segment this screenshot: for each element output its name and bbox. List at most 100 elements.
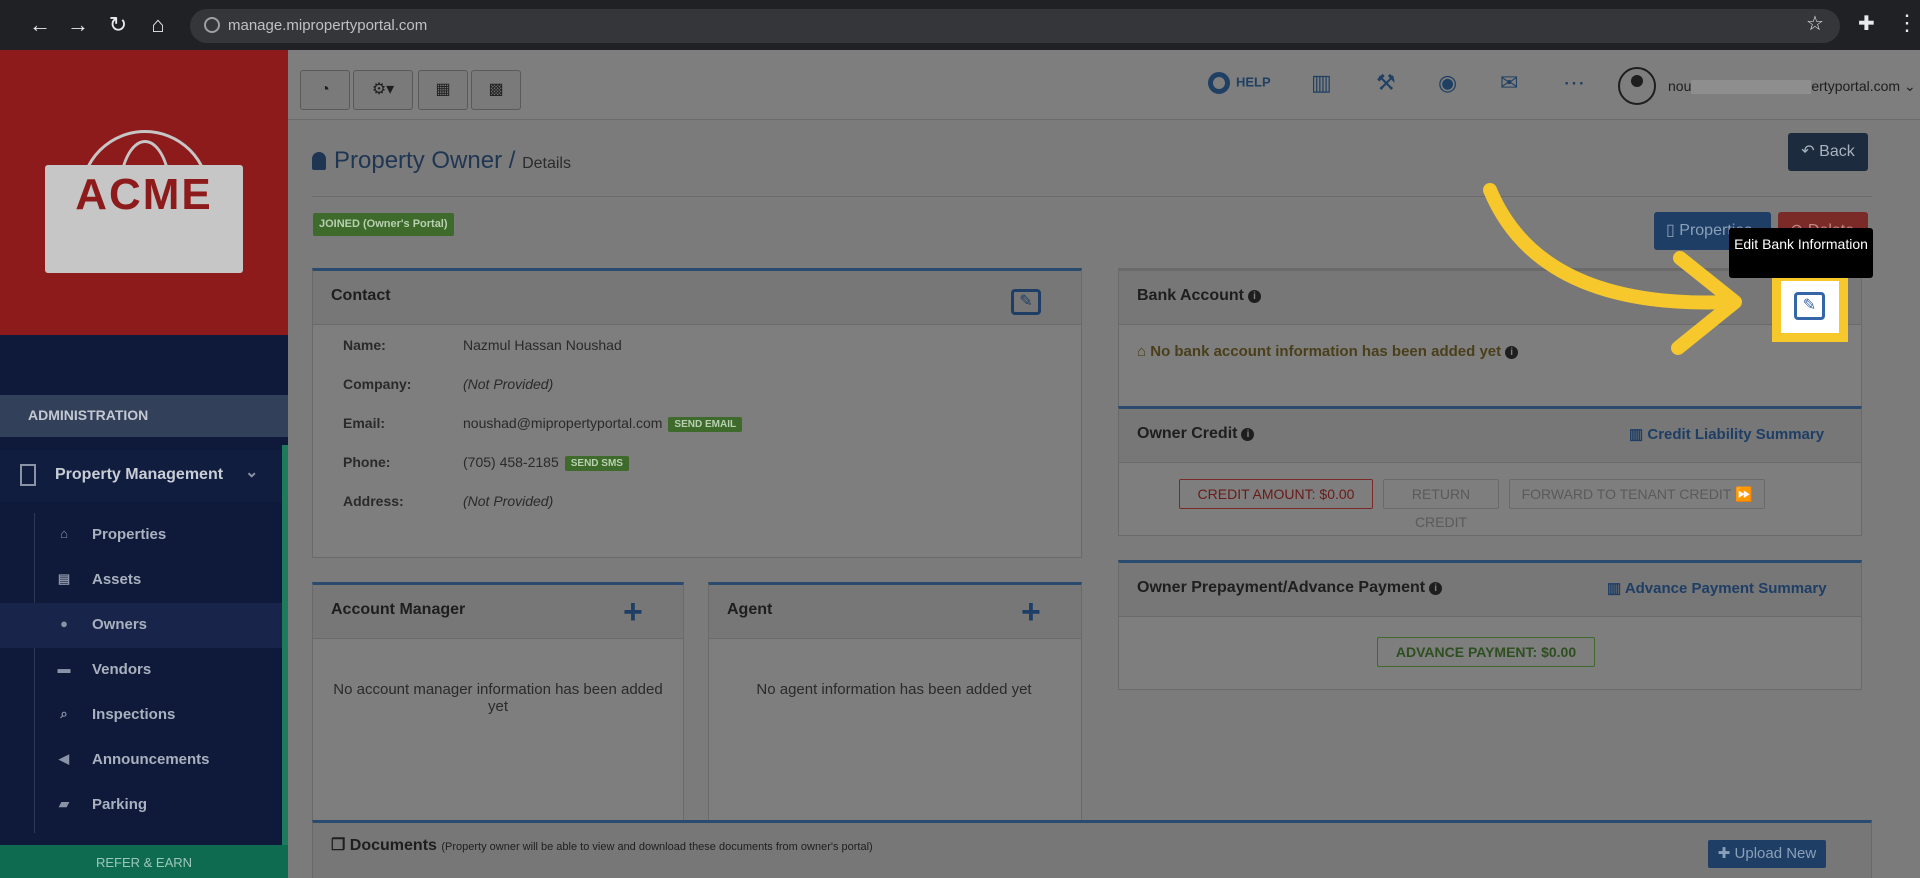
avatar[interactable]	[1618, 67, 1656, 105]
account-manager-title: Account Manager	[331, 601, 466, 618]
logo-subtext: PROPERTY	[81, 250, 207, 269]
sidebar-item-announcements[interactable]: ◀ Announcements	[0, 738, 282, 783]
browser-menu-icon[interactable]: ⋮	[1896, 10, 1918, 36]
sidebar-item-properties[interactable]: ⌂ Properties	[0, 513, 282, 558]
back-label: Back	[1819, 143, 1855, 160]
agent-empty: No agent information has been added yet	[756, 681, 1032, 698]
owner-credit-title: Owner Credit i	[1137, 425, 1255, 443]
dashboard-button[interactable]: ◔	[300, 70, 350, 110]
advance-payment-summary-label: Advance Payment Summary	[1624, 580, 1827, 597]
documents-note: (Property owner will be able to view and…	[441, 841, 873, 853]
credit-liability-summary-label: Credit Liability Summary	[1647, 426, 1825, 443]
documents-panel: ❐ Documents (Property owner will be able…	[312, 820, 1872, 878]
send-email-button[interactable]: SEND EMAIL	[668, 417, 743, 432]
calculator-icon: ▩	[488, 81, 504, 98]
envelope-icon[interactable]: ✉	[1500, 70, 1518, 96]
briefcase-icon: ▬	[57, 661, 71, 676]
car-icon: ▰	[59, 796, 69, 811]
back-arrow-icon[interactable]: ←	[26, 12, 54, 38]
user-email-prefix: nou	[1668, 78, 1692, 94]
info-icon[interactable]: i	[1241, 428, 1255, 441]
advance-payment-summary-link[interactable]: ▥ Advance Payment Summary	[1607, 579, 1827, 597]
documents-title-text: Documents	[349, 837, 437, 854]
sidebar-item-assets[interactable]: ▤ Assets	[0, 558, 282, 603]
return-credit-button[interactable]: RETURN CREDIT	[1383, 479, 1499, 530]
agent-header: Agent +	[709, 585, 1081, 639]
home-icon[interactable]: ⌂	[144, 12, 172, 38]
credit-liability-summary-link[interactable]: ▥ Credit Liability Summary	[1629, 425, 1824, 443]
bar-chart-icon: ▥	[1629, 426, 1644, 443]
wrench-icon[interactable]: ⚒	[1376, 70, 1396, 96]
joined-badge: JOINED (Owner's Portal)	[313, 213, 454, 236]
fast-forward-icon: ⏩	[1734, 486, 1753, 502]
archive-icon: ▤	[57, 571, 71, 586]
sidebar-item-label: Announcements	[92, 751, 210, 768]
address-bar[interactable]: manage.mipropertyportal.com	[190, 9, 1840, 43]
sidebar-item-inspections[interactable]: ⌕ Inspections	[0, 693, 282, 738]
calculator-button[interactable]: ▩	[471, 70, 521, 110]
bar-chart-icon[interactable]: ▥	[1311, 70, 1332, 96]
redacted-text	[1691, 80, 1812, 95]
user-icon: ●	[60, 616, 68, 631]
info-icon[interactable]: i	[1247, 290, 1261, 303]
bank-account-title-text: Bank Account	[1137, 287, 1244, 304]
chevron-down-icon: ⌄	[1903, 78, 1916, 94]
edit-contact-icon[interactable]: ✎	[1011, 289, 1041, 315]
add-account-manager-icon[interactable]: +	[623, 595, 643, 629]
property-management-toggle[interactable]: Property Management ⌄	[0, 450, 288, 502]
contact-panel-header: Contact ✎	[313, 271, 1081, 325]
page-title-text: Property Owner	[334, 147, 503, 174]
prepayment-title: Owner Prepayment/Advance Payment i	[1137, 579, 1443, 597]
calendar-button[interactable]: ▦	[418, 70, 468, 110]
user-icon	[312, 152, 326, 170]
documents-header: ❐ Documents (Property owner will be able…	[313, 823, 1871, 878]
sidebar-item-label: Vendors	[92, 661, 152, 678]
edit-bank-information-icon[interactable]: ✎	[1794, 292, 1825, 320]
bank-empty-text: No bank account information has been add…	[1150, 343, 1502, 360]
phone-value-wrap: (705) 458-2185 SEND SMS	[463, 454, 629, 471]
sidebar-item-label: Properties	[92, 526, 167, 543]
administration-header: ADMINISTRATION	[0, 395, 288, 437]
info-icon[interactable]: i	[1429, 582, 1443, 595]
plus-icon: ✚	[1717, 845, 1731, 862]
email-value-wrap: noushad@mipropertyportal.com SEND EMAIL	[463, 415, 743, 432]
user-menu[interactable]: nou ertyportal.com ⌄	[1668, 78, 1916, 95]
upload-new-button[interactable]: ✚ Upload New	[1708, 840, 1826, 868]
sidebar-item-owners[interactable]: ● Owners	[0, 603, 282, 648]
browser-toolbar: ← → ↻ ⌂ manage.mipropertyportal.com ☆ ✚ …	[0, 0, 1920, 50]
forward-to-tenant-credit-button[interactable]: FORWARD TO TENANT CREDIT ⏩	[1509, 479, 1765, 509]
bank-account-title: Bank Account i	[1137, 287, 1261, 305]
sidebar-item-parking[interactable]: ▰ Parking	[0, 783, 282, 828]
extensions-icon[interactable]: ✚	[1858, 11, 1875, 36]
sidebar-item-label: Inspections	[92, 706, 176, 723]
name-value: Nazmul Hassan Noushad	[463, 337, 622, 353]
send-sms-button[interactable]: SEND SMS	[564, 456, 629, 471]
reload-icon[interactable]: ↻	[104, 12, 132, 38]
forward-arrow-icon[interactable]: →	[64, 12, 92, 38]
bookmark-star-icon[interactable]: ☆	[1806, 11, 1824, 36]
refer-and-earn-button[interactable]: REFER & EARN	[0, 845, 288, 878]
email-value[interactable]: noushad@mipropertyportal.com	[463, 415, 662, 431]
site-info-icon[interactable]	[204, 17, 220, 33]
page-subtitle: Details	[522, 155, 571, 172]
chevron-down-icon: ⌄	[245, 464, 259, 481]
sidebar-item-label: Parking	[92, 796, 148, 813]
upload-new-label: Upload New	[1734, 845, 1817, 862]
add-agent-icon[interactable]: +	[1021, 595, 1041, 629]
page-title: Property Owner / Details	[312, 147, 571, 175]
sidebar-item-vendors[interactable]: ▬ Vendors	[0, 648, 282, 693]
advance-payment-button[interactable]: ADVANCE PAYMENT: $0.00	[1377, 637, 1595, 667]
dashboard-icon: ◔	[320, 81, 330, 98]
bank-icon: ⌂	[1137, 343, 1147, 360]
logo-area[interactable]: ACME PROPERTY	[0, 50, 288, 335]
sidebar: ACME PROPERTY ADMINISTRATION Property Ma…	[0, 50, 288, 878]
help-link[interactable]: HELP	[1208, 72, 1271, 94]
company-label: Company:	[343, 376, 412, 392]
more-icon[interactable]: ⋯	[1563, 70, 1585, 96]
agent-title: Agent	[727, 601, 773, 618]
credit-amount-button[interactable]: CREDIT AMOUNT: $0.00	[1179, 479, 1373, 509]
back-button[interactable]: ↶ Back	[1788, 133, 1868, 171]
settings-button[interactable]: ⚙▾	[353, 70, 413, 110]
eye-icon[interactable]: ◉	[1438, 70, 1457, 96]
sidebar-menu: ⌂ Properties ▤ Assets ● Owners ▬ Vendors…	[0, 513, 282, 833]
